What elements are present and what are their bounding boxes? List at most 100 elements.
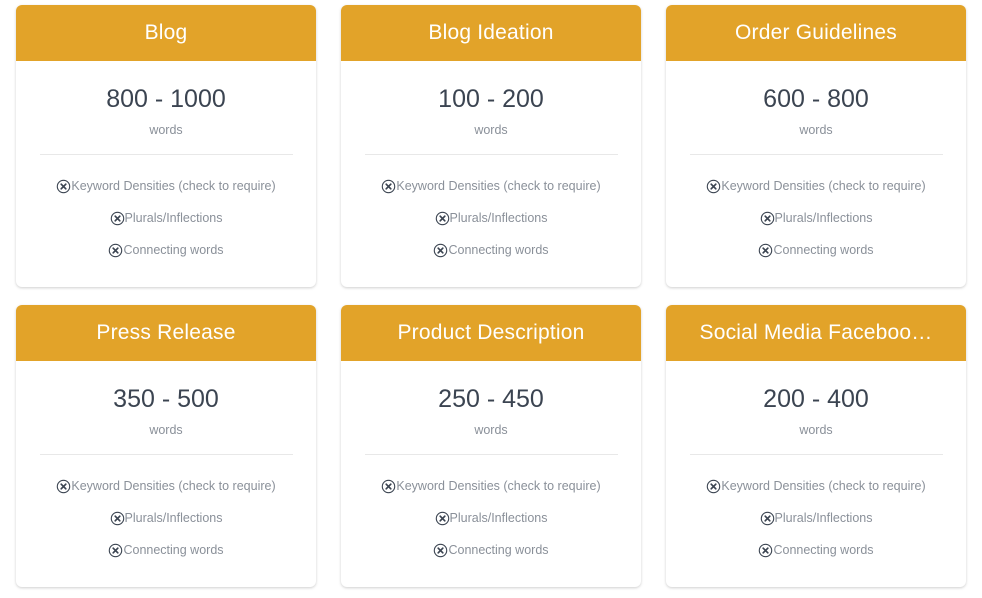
- circle-x-icon[interactable]: [433, 543, 448, 558]
- word-count-range: 100 - 200: [438, 85, 544, 113]
- requirement-option-label: Keyword Densities (check to require): [721, 178, 926, 193]
- requirement-option[interactable]: Connecting words: [433, 542, 549, 558]
- circle-x-icon[interactable]: [760, 211, 775, 226]
- requirement-option[interactable]: Plurals/Inflections: [760, 210, 873, 226]
- requirement-option-label: Keyword Densities (check to require): [71, 478, 276, 493]
- requirement-option-label: Connecting words: [773, 542, 874, 557]
- requirement-option-label: Plurals/Inflections: [124, 210, 223, 225]
- card-header: Social Media Faceboo…: [666, 305, 966, 361]
- card-divider: [364, 153, 618, 155]
- circle-x-icon[interactable]: [110, 511, 125, 526]
- requirement-option[interactable]: Plurals/Inflections: [760, 510, 873, 526]
- circle-x-icon[interactable]: [758, 543, 773, 558]
- word-count-range: 200 - 400: [763, 385, 869, 413]
- requirement-option-list: Keyword Densities (check to require) Plur…: [359, 179, 623, 258]
- requirement-option-label: Connecting words: [123, 242, 224, 257]
- circle-x-icon[interactable]: [56, 479, 71, 494]
- content-type-card: Blog Ideation 100 - 200 words Keyword Densi…: [341, 5, 641, 287]
- word-count-units-label: words: [799, 423, 833, 437]
- word-count-range: 800 - 1000: [106, 85, 226, 113]
- requirement-option-list: Keyword Densities (check to require) Plur…: [34, 179, 298, 258]
- card-header: Product Description: [341, 305, 641, 361]
- requirement-option-label: Plurals/Inflections: [124, 510, 223, 525]
- circle-x-icon[interactable]: [110, 211, 125, 226]
- requirement-option[interactable]: Connecting words: [758, 542, 874, 558]
- requirement-option[interactable]: Plurals/Inflections: [110, 210, 223, 226]
- requirement-option-label: Connecting words: [123, 542, 224, 557]
- circle-x-icon[interactable]: [758, 243, 773, 258]
- circle-x-icon[interactable]: [435, 211, 450, 226]
- requirement-option-label: Plurals/Inflections: [774, 510, 873, 525]
- requirement-option-label: Plurals/Inflections: [774, 210, 873, 225]
- card-title: Social Media Faceboo…: [699, 321, 933, 345]
- requirement-option[interactable]: Keyword Densities (check to require): [56, 178, 276, 194]
- requirement-option[interactable]: Keyword Densities (check to require): [706, 178, 926, 194]
- requirement-option[interactable]: Keyword Densities (check to require): [706, 478, 926, 494]
- circle-x-icon[interactable]: [433, 243, 448, 258]
- circle-x-icon[interactable]: [706, 479, 721, 494]
- card-divider: [39, 153, 293, 155]
- card-header: Blog Ideation: [341, 5, 641, 61]
- requirement-option-list: Keyword Densities (check to require) Plur…: [684, 179, 948, 258]
- requirement-option-label: Keyword Densities (check to require): [396, 178, 601, 193]
- requirement-option[interactable]: Connecting words: [108, 242, 224, 258]
- word-count-range: 600 - 800: [763, 85, 869, 113]
- requirement-option-label: Keyword Densities (check to require): [396, 478, 601, 493]
- circle-x-icon[interactable]: [56, 179, 71, 194]
- card-title: Product Description: [397, 321, 585, 345]
- requirement-option-label: Plurals/Inflections: [449, 210, 548, 225]
- requirement-option[interactable]: Plurals/Inflections: [110, 510, 223, 526]
- requirement-option[interactable]: Keyword Densities (check to require): [381, 478, 601, 494]
- circle-x-icon[interactable]: [108, 543, 123, 558]
- content-type-card: Blog 800 - 1000 words Keyword Densities (ch…: [16, 5, 316, 287]
- word-count-units-label: words: [799, 123, 833, 137]
- requirement-option-list: Keyword Densities (check to require) Plur…: [34, 479, 298, 558]
- card-divider: [364, 453, 618, 455]
- requirement-option[interactable]: Keyword Densities (check to require): [381, 178, 601, 194]
- circle-x-icon[interactable]: [760, 511, 775, 526]
- requirement-option[interactable]: Connecting words: [758, 242, 874, 258]
- word-count-range: 250 - 450: [438, 385, 544, 413]
- content-type-card: Press Release 350 - 500 words Keyword Densi…: [16, 305, 316, 587]
- card-header: Order Guidelines: [666, 5, 966, 61]
- card-header: Press Release: [16, 305, 316, 361]
- card-body: 350 - 500 words Keyword Densities (check t…: [16, 361, 316, 587]
- card-divider: [689, 153, 943, 155]
- card-title: Press Release: [96, 321, 236, 345]
- word-count-units-label: words: [149, 423, 183, 437]
- card-body: 600 - 800 words Keyword Densities (check t…: [666, 61, 966, 287]
- card-body: 200 - 400 words Keyword Densities (check t…: [666, 361, 966, 587]
- card-body: 250 - 450 words Keyword Densities (check t…: [341, 361, 641, 587]
- card-body: 100 - 200 words Keyword Densities (check t…: [341, 61, 641, 287]
- content-type-card-grid: Blog 800 - 1000 words Keyword Densities (ch…: [0, 0, 982, 587]
- card-title: Order Guidelines: [735, 21, 897, 45]
- requirement-option-label: Keyword Densities (check to require): [71, 178, 276, 193]
- requirement-option[interactable]: Plurals/Inflections: [435, 210, 548, 226]
- requirement-option[interactable]: Plurals/Inflections: [435, 511, 547, 526]
- circle-x-icon[interactable]: [381, 479, 396, 494]
- requirement-option[interactable]: Connecting words: [433, 242, 549, 258]
- requirement-option-label: Connecting words: [448, 242, 549, 257]
- card-header: Blog: [16, 5, 316, 61]
- circle-x-icon[interactable]: [435, 511, 450, 526]
- circle-x-icon[interactable]: [108, 243, 123, 258]
- requirement-option[interactable]: Keyword Densities (check to require): [56, 478, 276, 494]
- word-count-units-label: words: [474, 123, 508, 137]
- requirement-option-label: Connecting words: [773, 242, 874, 257]
- word-count-units-label: words: [149, 123, 183, 137]
- requirement-option-label: Keyword Densities (check to require): [721, 478, 926, 493]
- requirement-option-label: Connecting words: [448, 542, 549, 557]
- word-count-range: 350 - 500: [113, 385, 219, 413]
- card-divider: [39, 453, 293, 455]
- card-title: Blog Ideation: [428, 21, 554, 45]
- content-type-card: Order Guidelines 600 - 800 words Keyword De…: [666, 5, 966, 287]
- card-body: 800 - 1000 words Keyword Densities (check …: [16, 61, 316, 287]
- content-type-card: Product Description 250 - 450 words Keyword…: [341, 305, 641, 587]
- word-count-units-label: words: [474, 423, 508, 437]
- card-divider: [689, 453, 943, 455]
- circle-x-icon[interactable]: [706, 179, 721, 194]
- requirement-option[interactable]: Connecting words: [108, 542, 224, 558]
- content-type-card: Social Media Faceboo… 200 - 400 words Keywo…: [666, 305, 966, 587]
- requirement-option-list: Keyword Densities (check to require) Plur…: [359, 479, 623, 558]
- circle-x-icon[interactable]: [381, 179, 396, 194]
